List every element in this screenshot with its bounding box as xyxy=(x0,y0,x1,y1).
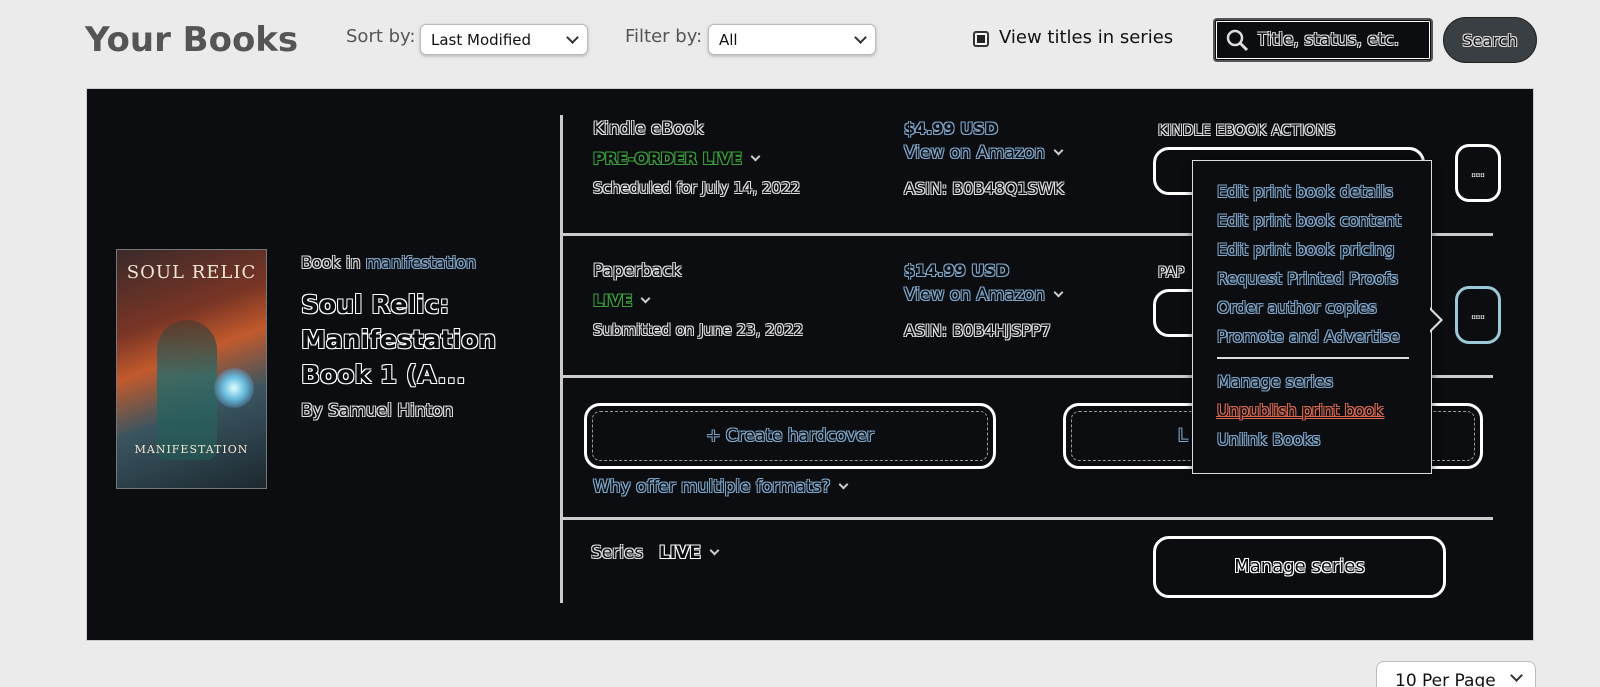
search-input[interactable] xyxy=(1257,30,1427,50)
menu-item-request-proofs[interactable]: Request Printed Proofs xyxy=(1217,264,1431,293)
page-title: Your Books xyxy=(85,20,299,60)
status-badge-kindle[interactable]: PRE-ORDER LIVE xyxy=(593,149,761,168)
chevron-down-icon xyxy=(641,293,651,304)
series-label: Series xyxy=(591,543,644,563)
per-page-select[interactable]: 10 Per Page xyxy=(1376,661,1536,687)
series-link[interactable]: manifestation xyxy=(366,253,477,272)
vertical-divider xyxy=(560,115,563,603)
status-text: LIVE xyxy=(659,543,701,563)
actions-label-kindle: KINDLE EBOOK ACTIONS xyxy=(1158,123,1336,139)
price-paperback: $14.99 USD xyxy=(904,261,1010,280)
view-on-amazon-kindle[interactable]: View on Amazon xyxy=(904,143,1064,163)
more-actions-button-kindle[interactable]: ... xyxy=(1455,144,1501,202)
create-hardcover-button[interactable]: + Create hardcover xyxy=(584,403,996,469)
menu-item-promote[interactable]: Promote and Advertise xyxy=(1217,322,1431,351)
format-date-paperback: Submitted on June 23, 2022 xyxy=(593,321,804,339)
price-kindle: $4.99 USD xyxy=(904,119,998,138)
chevron-down-icon xyxy=(750,151,761,162)
cover-title: SOUL RELIC xyxy=(126,262,257,283)
menu-item-unlink-books[interactable]: Unlink Books xyxy=(1217,425,1431,454)
filter-label: Filter by: xyxy=(625,26,703,47)
menu-separator xyxy=(1217,357,1409,359)
chevron-down-icon xyxy=(854,30,867,44)
view-series-checkbox[interactable] xyxy=(973,31,989,47)
book-title[interactable]: Soul Relic: Manifestation Book 1 (A... xyxy=(301,287,511,392)
format-name-kindle: Kindle eBook xyxy=(593,119,704,139)
sort-select-value: Last Modified xyxy=(431,30,532,49)
menu-item-unpublish[interactable]: Unpublish print book xyxy=(1217,396,1431,425)
chevron-down-icon xyxy=(1053,287,1064,298)
book-author: By Samuel Hinton xyxy=(301,401,454,421)
asin-paperback: ASIN: B0B4HJSPP7 xyxy=(904,321,1051,340)
filter-select-value: All xyxy=(719,30,738,49)
cover-subtitle: MANIFESTATION xyxy=(134,443,249,456)
per-page-value: 10 Per Page xyxy=(1395,671,1496,687)
actions-label-paperback: PAP xyxy=(1158,265,1185,281)
book-cover[interactable]: SOUL RELIC MANIFESTATION xyxy=(116,249,267,489)
manage-series-button[interactable]: Manage series xyxy=(1153,536,1446,598)
format-date-kindle: Scheduled for July 14, 2022 xyxy=(593,179,801,197)
view-series-label: View titles in series xyxy=(999,27,1174,48)
more-actions-button-paperback[interactable]: ... xyxy=(1455,286,1501,344)
menu-item-edit-pricing[interactable]: Edit print book pricing xyxy=(1217,235,1431,264)
menu-item-edit-details[interactable]: Edit print book details xyxy=(1217,177,1431,206)
why-link-label: Why offer multiple formats? xyxy=(593,477,831,497)
format-name-paperback: Paperback xyxy=(593,261,682,281)
book-in-prefix: Book in xyxy=(301,253,366,272)
why-multiple-formats-link[interactable]: Why offer multiple formats? xyxy=(593,477,849,497)
menu-item-edit-content[interactable]: Edit print book content xyxy=(1217,206,1431,235)
chevron-down-icon xyxy=(1053,145,1064,156)
filter-select[interactable]: All xyxy=(708,24,876,55)
search-icon xyxy=(1226,29,1249,52)
menu-item-manage-series[interactable]: Manage series xyxy=(1217,367,1431,396)
view-on-amazon-paperback[interactable]: View on Amazon xyxy=(904,285,1064,305)
book-in-series: Book in manifestation xyxy=(301,253,476,272)
menu-pointer xyxy=(1429,307,1443,333)
row-divider xyxy=(563,517,1493,520)
chevron-down-icon xyxy=(1510,669,1523,682)
more-actions-menu: Edit print book details Edit print book … xyxy=(1192,160,1432,474)
status-text: LIVE xyxy=(593,291,633,310)
cover-orb xyxy=(214,368,254,408)
view-on-amazon-label: View on Amazon xyxy=(904,143,1046,163)
series-status-badge[interactable]: LIVE xyxy=(659,543,720,563)
chevron-down-icon xyxy=(566,30,579,44)
search-button[interactable]: Search xyxy=(1443,17,1537,63)
status-text: PRE-ORDER LIVE xyxy=(593,149,743,168)
chevron-down-icon xyxy=(709,545,720,556)
chevron-down-icon xyxy=(838,479,849,490)
cover-figure xyxy=(157,320,217,460)
status-badge-paperback[interactable]: LIVE xyxy=(593,291,651,310)
asin-kindle: ASIN: B0B48Q1SWK xyxy=(904,179,1064,198)
view-on-amazon-label: View on Amazon xyxy=(904,285,1046,305)
menu-item-order-copies[interactable]: Order author copies xyxy=(1217,293,1431,322)
sort-label: Sort by: xyxy=(346,26,416,47)
sort-select[interactable]: Last Modified xyxy=(420,24,588,55)
search-box xyxy=(1213,18,1433,62)
